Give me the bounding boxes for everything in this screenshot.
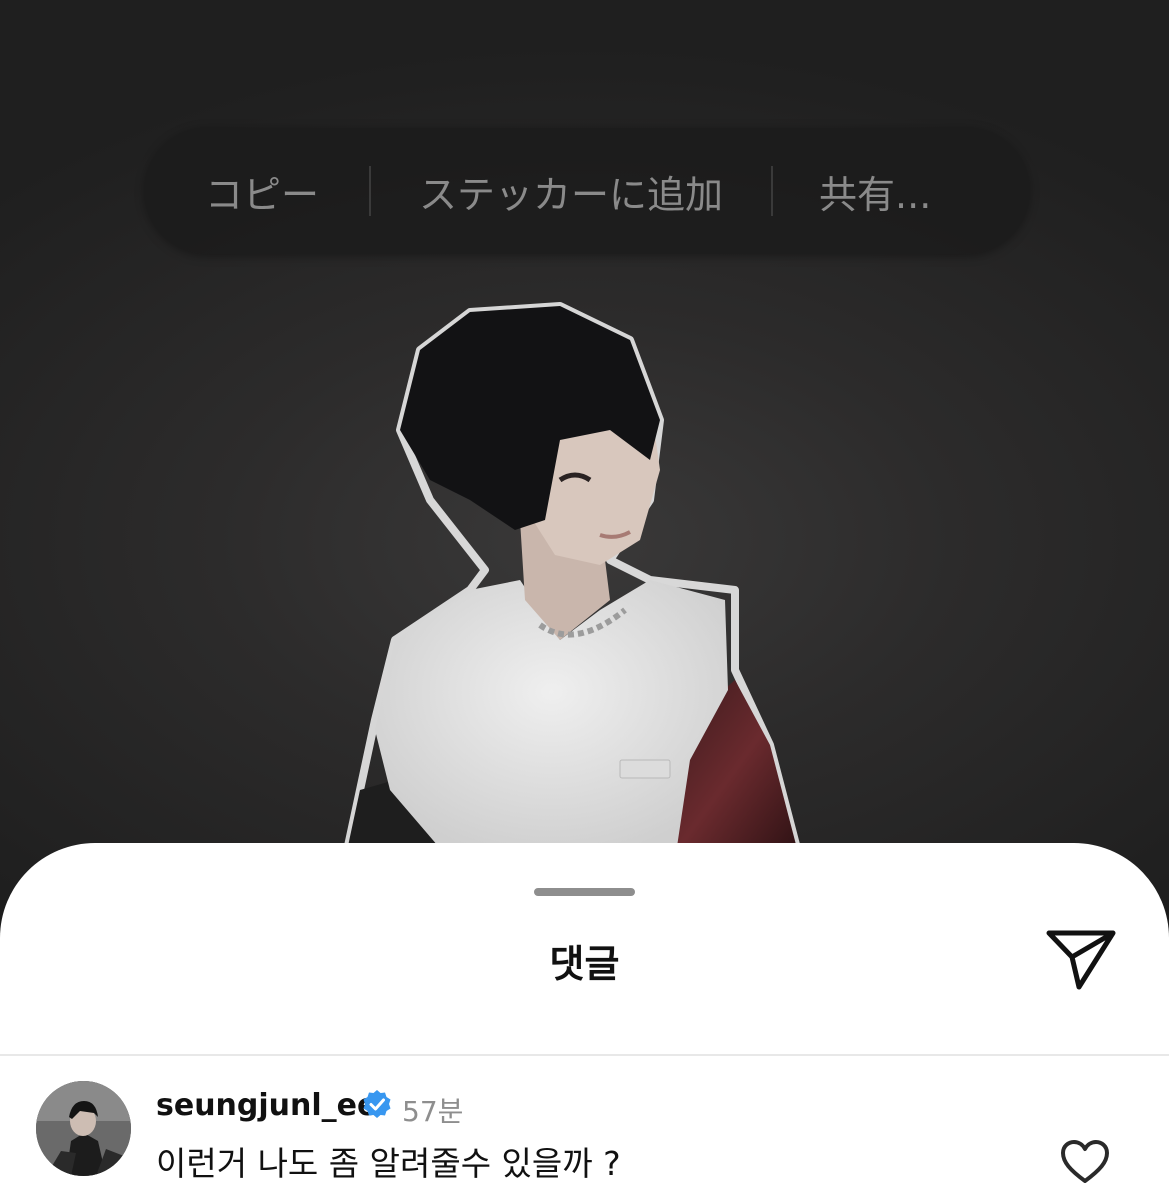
sheet-title: 댓글: [549, 942, 620, 986]
like-button[interactable]: [1060, 1139, 1110, 1185]
share-button[interactable]: [1045, 929, 1117, 993]
avatar[interactable]: [36, 1081, 131, 1176]
sheet-divider: [0, 1054, 1169, 1056]
verified-badge-icon: [363, 1090, 391, 1118]
menu-item-add-to-sticker[interactable]: ステッカーに追加: [419, 164, 723, 219]
comment-text: 이런거 나도 좀 알려줄수 있을까 ?: [156, 1144, 621, 1183]
context-menu: コピー ステッカーに追加 共有...: [145, 128, 1029, 254]
comments-sheet: 댓글 seungjunl_ee 57분 이런거 나도 좀 알려줄수 있을까 ?: [0, 843, 1169, 1200]
comment-username[interactable]: seungjunl_ee: [156, 1088, 377, 1123]
menu-item-copy[interactable]: コピー: [205, 164, 319, 219]
menu-divider: [771, 166, 774, 216]
comment-timestamp: 57분: [402, 1095, 464, 1128]
menu-item-share[interactable]: 共有...: [819, 164, 931, 219]
heart-icon: [1061, 1140, 1109, 1183]
sheet-grabber-handle[interactable]: [534, 888, 635, 896]
paper-plane-icon: [1046, 930, 1116, 990]
menu-divider: [369, 166, 372, 216]
cropped-text-fragment: [156, 1194, 276, 1200]
reply-link-cropped[interactable]: [156, 1188, 276, 1200]
avatar-image: [36, 1081, 131, 1176]
